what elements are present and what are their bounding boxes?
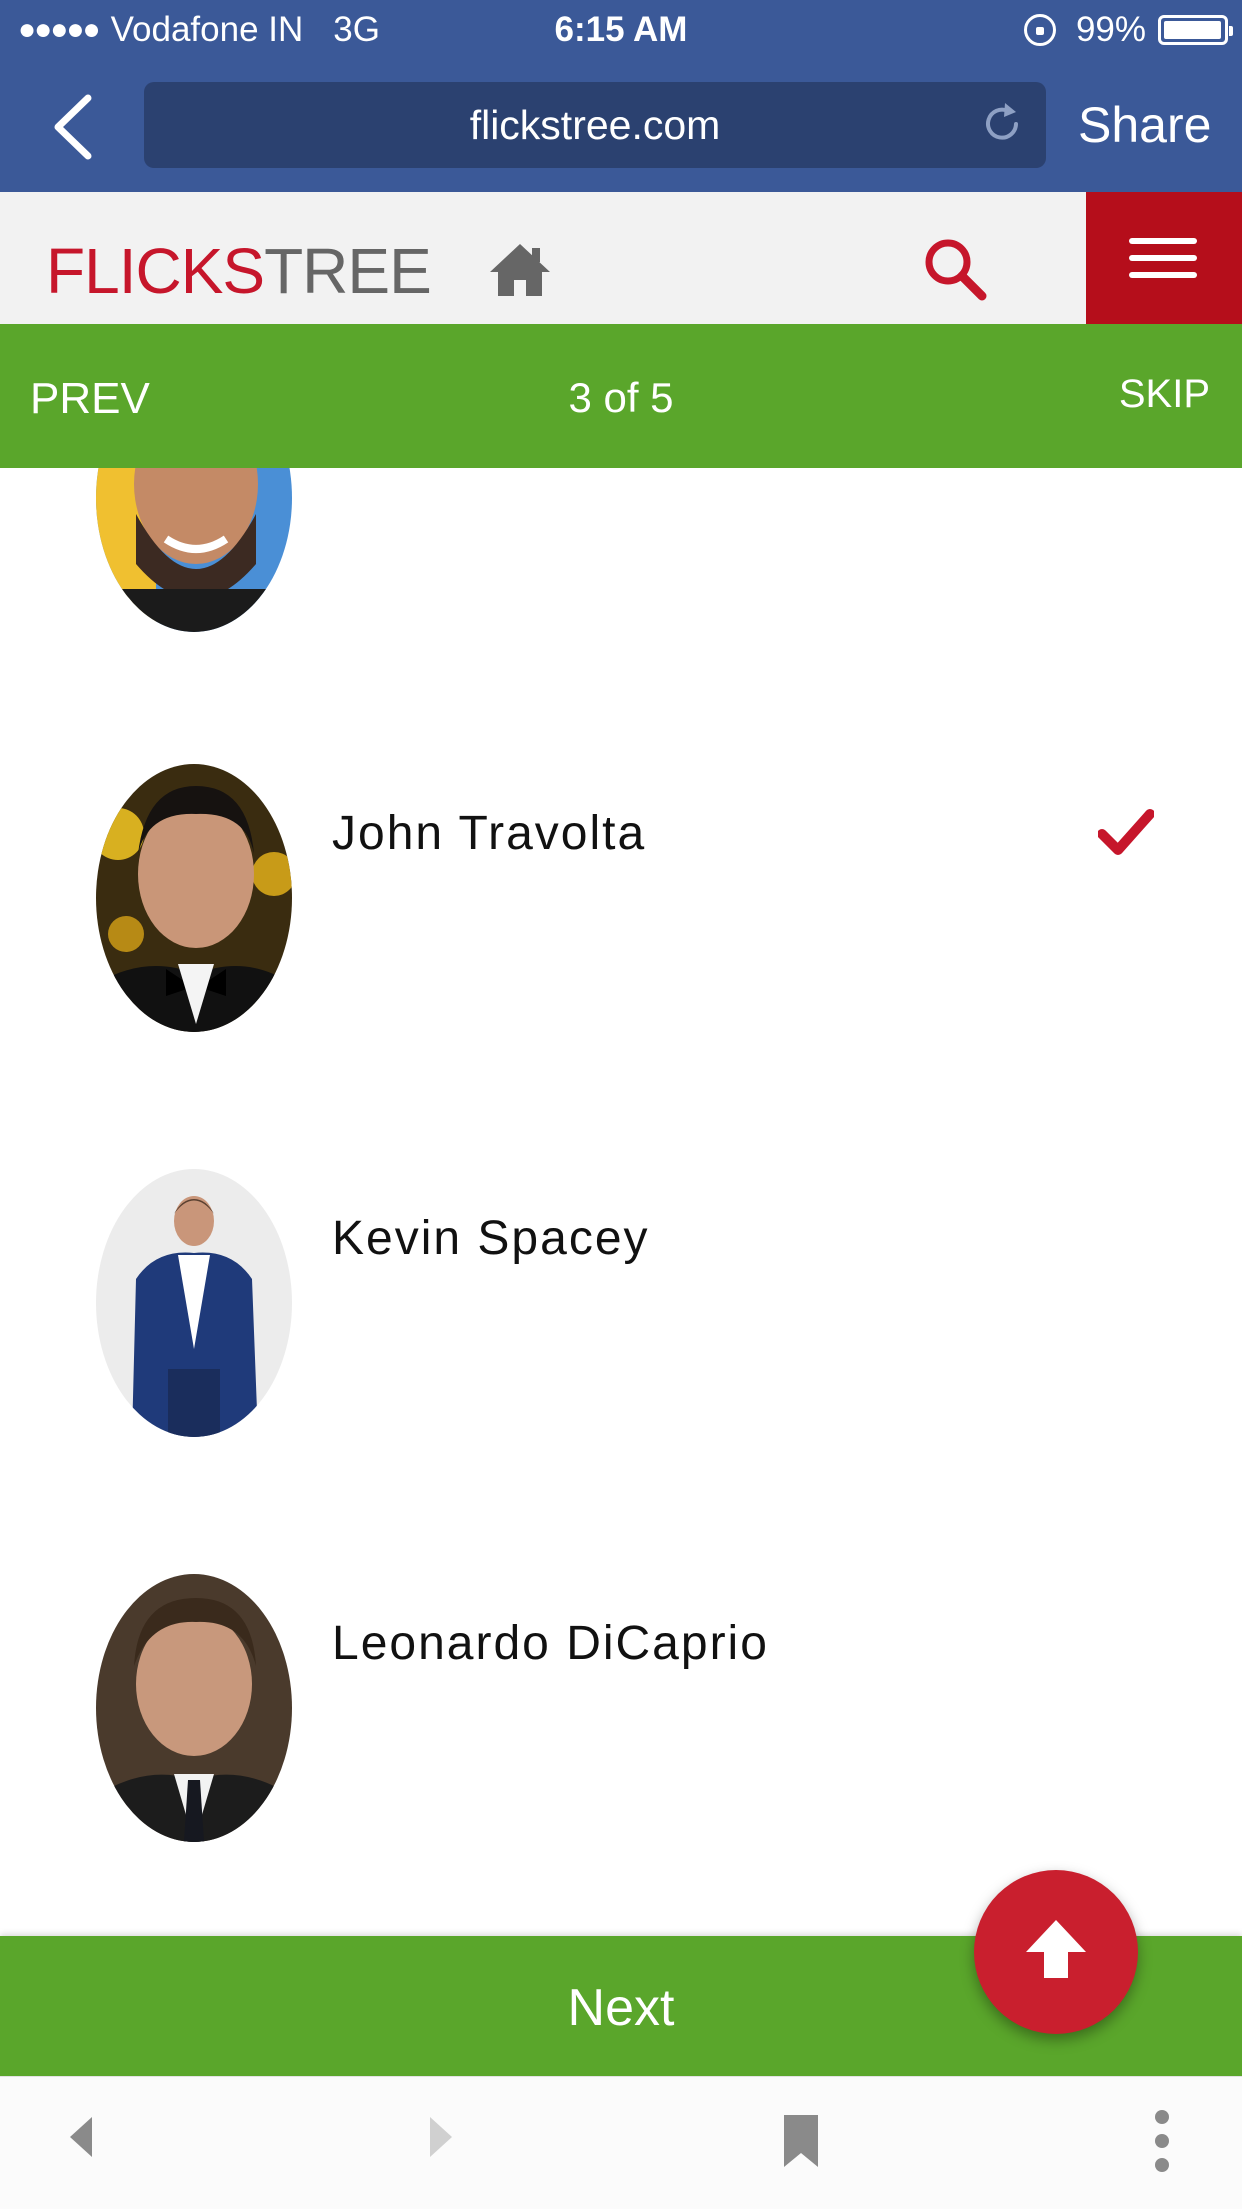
chevron-left-icon (54, 94, 92, 160)
browser-top-bar: ●●●●● Vodafone IN 3G 6:15 AM 99% flickst… (0, 0, 1242, 192)
hamburger-menu-button[interactable] (1086, 192, 1242, 324)
search-icon[interactable] (922, 236, 988, 302)
browser-toolbar (0, 2076, 1242, 2209)
arrow-up-icon (1026, 1920, 1086, 1978)
forward-triangle-icon[interactable] (428, 2115, 454, 2159)
actor-name: Leonardo DiCaprio (332, 1617, 769, 1670)
url-text: flickstree.com (469, 102, 721, 148)
site-logo[interactable]: FLICKSTREE (46, 234, 432, 308)
skip-button[interactable]: SKIP (1119, 372, 1210, 417)
list-item[interactable]: John Travolta (0, 764, 1242, 1034)
list-item[interactable] (0, 468, 1242, 634)
home-icon[interactable] (488, 242, 552, 298)
avatar (96, 1574, 292, 1842)
browser-back-button[interactable] (50, 92, 110, 162)
back-triangle-icon[interactable] (68, 2115, 94, 2159)
pagination-bar: PREV 3 of 5 SKIP (0, 324, 1242, 468)
orientation-lock-icon (1023, 14, 1056, 46)
reload-icon[interactable] (978, 100, 1026, 148)
actor-name: Kevin Spacey (332, 1212, 650, 1265)
url-bar[interactable]: flickstree.com (144, 82, 1046, 168)
page-indicator: 3 of 5 (568, 374, 674, 421)
avatar (96, 468, 292, 632)
scroll-to-top-button[interactable] (974, 1870, 1138, 2034)
checkmark-icon (1098, 809, 1154, 855)
site-header: FLICKSTREE (0, 192, 1242, 325)
battery-icon (1158, 15, 1233, 45)
menu-icon (1129, 238, 1197, 244)
list-item[interactable]: Kevin Spacey (0, 1169, 1242, 1439)
avatar (96, 1169, 292, 1437)
battery-percent: 99% (1075, 10, 1146, 49)
more-options-icon[interactable] (1150, 2109, 1174, 2173)
actor-name: John Travolta (332, 807, 647, 860)
actor-list: John Travolta Kevin Spacey Leonardo DiCa… (0, 468, 1242, 1936)
list-item[interactable]: Leonardo DiCaprio (0, 1574, 1242, 1844)
avatar (96, 764, 292, 1032)
share-button[interactable]: Share (1078, 96, 1211, 154)
bookmark-icon[interactable] (782, 2113, 820, 2169)
status-bar: ●●●●● Vodafone IN 3G 6:15 AM 99% (0, 0, 1242, 62)
